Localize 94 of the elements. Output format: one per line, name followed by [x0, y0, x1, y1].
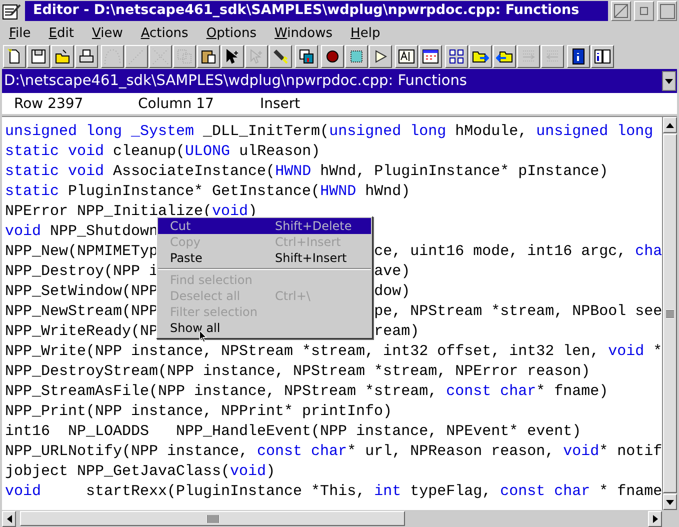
- status-text: Column 17: [138, 96, 215, 112]
- minimize-icon: [640, 7, 648, 15]
- code-fragment: NPP_New(NPMIMETyp: [5, 242, 158, 262]
- pointer-icon: [224, 48, 241, 65]
- text-box-icon: [398, 48, 415, 65]
- down-arrow-icon: [666, 500, 674, 504]
- flashlight-icon: [272, 48, 289, 65]
- toolbar-button[interactable]: [567, 45, 590, 68]
- toolbar-button[interactable]: [321, 45, 344, 68]
- menu-item[interactable]: Edit: [48, 26, 74, 40]
- menu-item[interactable]: Actions: [140, 26, 188, 40]
- code-line: static PluginInstance* GetInstance(HWND hWnd): [5, 182, 410, 202]
- menu-item[interactable]: Windows: [274, 26, 333, 40]
- toolbar-button[interactable]: [197, 45, 220, 68]
- window-title: Editor - D:\netscape461_sdk\SAMPLES\wdplug\npwrpdoc.cpp: Functions: [25, 1, 608, 21]
- status-text: Insert: [260, 96, 302, 112]
- toolbar-button[interactable]: [295, 45, 318, 68]
- path-text: D:\netscape461_sdk\SAMPLES\wdplug\npwrpdoc.cpp: Functions: [3, 73, 468, 89]
- toolbar-button[interactable]: [591, 45, 614, 68]
- caret-icon: [665, 78, 673, 84]
- code-line: NPP_URLNotify(NPP instance, const char* url, NPReason reason, void* notif: [5, 442, 662, 462]
- code-line: void startRexx(PluginInstance *This, int typeFlag, const char * fname: [5, 482, 662, 502]
- info-book-icon: [594, 48, 611, 65]
- toolbar-button[interactable]: [75, 45, 98, 68]
- code-line: NPP_Print(NPP instance, NPPrint* printInfo): [5, 402, 392, 422]
- toolbar-button[interactable]: [369, 45, 392, 68]
- toolbar-button[interactable]: [345, 45, 368, 68]
- printer-icon: [78, 48, 95, 65]
- code-fragment: dow): [374, 282, 410, 302]
- hide-button[interactable]: [611, 1, 631, 21]
- scroll-down-button[interactable]: [663, 494, 677, 510]
- scissors-icon: [152, 48, 169, 65]
- minimize-button[interactable]: [634, 1, 654, 21]
- toolbar-button[interactable]: [445, 45, 468, 68]
- toolbar-button[interactable]: [419, 45, 442, 68]
- toolbar-button[interactable]: [395, 45, 418, 68]
- code-line: static void AssociateInstance(HWND hWnd, PluginInstance* pInstance): [5, 162, 608, 182]
- stop-icon: [348, 48, 365, 65]
- code-line: NPP_DestroyStream(NPP instance, NPStream *stream, NPError reason): [5, 362, 590, 382]
- maximize-button[interactable]: [657, 1, 677, 21]
- pointer-icon: [248, 48, 265, 65]
- menu-item[interactable]: View: [92, 26, 123, 40]
- code-line: NPP_Write(NPP instance, NPStream *stream, int32 offset, int32 len, void *: [5, 342, 662, 362]
- dropdown-button[interactable]: [662, 71, 676, 91]
- menu-item[interactable]: Options: [206, 26, 256, 40]
- code-line: NPP_StreamAsFile(NPP instance, NPStream *stream, const char* fname): [5, 382, 608, 402]
- toolbar-button[interactable]: [221, 45, 244, 68]
- scrollbar-thumb[interactable]: [20, 511, 405, 526]
- code-fragment: NPP_Destroy(NPP i: [5, 262, 158, 282]
- scroll-left-button[interactable]: [2, 510, 16, 526]
- toolbar-button[interactable]: [493, 45, 516, 68]
- scroll-right-button[interactable]: [648, 510, 662, 526]
- windows-icon: [298, 48, 315, 65]
- context-menu-item[interactable]: Paste Shift+Insert: [158, 250, 371, 266]
- menu-item[interactable]: Help: [350, 26, 380, 40]
- code-editor[interactable]: [2, 117, 662, 510]
- code-line: int16 NP_LOADDS NPP_HandleEvent(NPP instance, NPEvent* event): [5, 422, 582, 442]
- scroll-up-button[interactable]: [663, 117, 677, 133]
- grip-icon: [206, 514, 218, 522]
- maximize-icon: [660, 4, 674, 18]
- code-fragment: ream): [374, 322, 420, 342]
- code-fragment: pe, NPStream *stream, NPBool see: [374, 302, 662, 322]
- code-fragment: NPP_WriteReady(NP: [5, 322, 158, 342]
- hide-icon: [614, 4, 628, 18]
- left-arrow-icon: [6, 514, 12, 522]
- code-fragment: ce, uint16 mode, int16 argc, cha: [374, 242, 662, 262]
- toolbar-button[interactable]: [27, 45, 50, 68]
- scrollbar-thumb[interactable]: [663, 134, 677, 493]
- code-fragment: NPP_SetWindow(NPP: [5, 282, 158, 302]
- path-dropdown[interactable]: D:\netscape461_sdk\SAMPLES\wdplug\npwrpdoc.cpp: Functions: [2, 69, 677, 93]
- copy-icon: [176, 48, 193, 65]
- up-arrow-icon: [666, 122, 674, 128]
- folder-icon: [54, 48, 71, 65]
- code-line: jobject NPP_GetJavaClass(void): [5, 462, 276, 482]
- toolbar-button[interactable]: [469, 45, 492, 68]
- status-text: Row 2397: [14, 96, 84, 112]
- toolbar-button[interactable]: [3, 45, 26, 68]
- code-fragment: ave): [374, 262, 410, 282]
- context-menu-item[interactable]: Show all: [158, 320, 371, 336]
- notepad-pencil-icon[interactable]: [2, 2, 22, 20]
- code-fragment: NPP_NewStream(NPP: [5, 302, 158, 322]
- toolbar-button[interactable]: [269, 45, 292, 68]
- code-line: static void cleanup(ULONG ulReason): [5, 142, 320, 162]
- toolbar-button[interactable]: [51, 45, 74, 68]
- code-line: unsigned long _System _DLL_InitTerm(unsigned long hModule, unsigned long: [5, 122, 654, 142]
- calendar-icon: [422, 48, 439, 65]
- grip-icon: [666, 310, 674, 318]
- record-icon: [324, 48, 341, 65]
- clipboard-icon: [200, 48, 217, 65]
- grid-icon: [448, 48, 465, 65]
- info-icon: [570, 48, 587, 65]
- code-line: void NPP_Shutdown: [5, 222, 158, 242]
- menu-item[interactable]: File: [9, 26, 31, 40]
- right-arrow-icon: [652, 514, 658, 522]
